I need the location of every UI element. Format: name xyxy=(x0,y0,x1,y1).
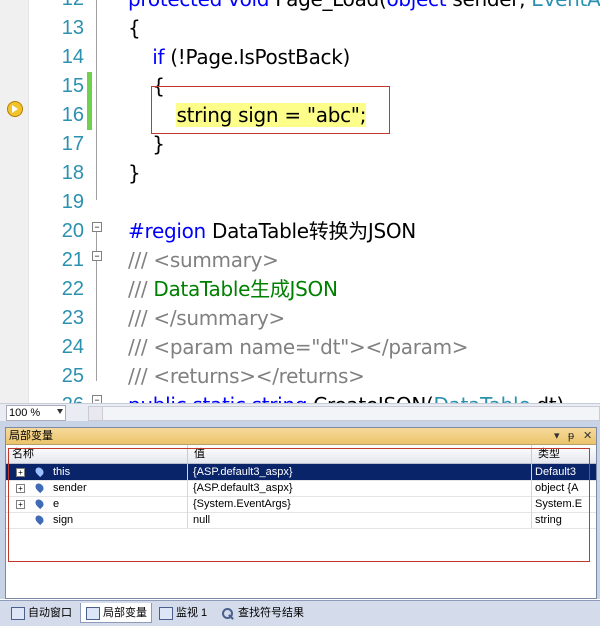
tab-label: 监视 1 xyxy=(176,607,208,619)
code-line[interactable]: { xyxy=(128,14,141,43)
window-icon xyxy=(11,607,25,620)
tab-window[interactable]: 自动窗口 xyxy=(6,603,76,623)
tab-label: 查找符号结果 xyxy=(238,607,304,619)
code-token: DataTable转换为JSON xyxy=(205,219,416,243)
close-icon[interactable]: ✕ xyxy=(583,429,592,443)
code-token: DataTable xyxy=(434,393,531,403)
collapse-region-icon[interactable]: − xyxy=(92,222,102,232)
tab-label: 自动窗口 xyxy=(28,607,72,619)
line-number: 19 xyxy=(61,191,84,213)
line-number: 14 xyxy=(61,46,84,68)
code-token: object xyxy=(386,0,446,11)
watch-icon xyxy=(159,607,173,620)
outline-line xyxy=(96,232,97,252)
highlight-annotation-box xyxy=(151,86,390,134)
chevron-down-icon xyxy=(57,409,63,414)
code-line[interactable]: } xyxy=(128,130,165,159)
line-number: 16 xyxy=(61,104,84,126)
line-number: 18 xyxy=(61,162,84,184)
code-editor[interactable]: 12 13 14 15 16 17 18 19 20 21 22 23 24 25 26 − − − pro… xyxy=(0,0,600,403)
code-token: public static string xyxy=(128,393,313,403)
tab-find-symbol[interactable]: 查找符号结果 xyxy=(216,603,308,623)
code-line[interactable]: /// <returns></returns> xyxy=(128,362,365,391)
code-token: dt) xyxy=(530,393,564,403)
outline-line xyxy=(96,0,97,200)
code-token: /// </summary> xyxy=(128,306,286,330)
code-line[interactable]: public static string CreateJSON(DataTabl… xyxy=(128,391,564,403)
code-line[interactable]: /// <summary> xyxy=(128,246,279,275)
outlining-margin: − − − xyxy=(92,0,102,403)
code-line[interactable]: #region DataTable转换为JSON xyxy=(128,217,416,246)
line-number: 21 xyxy=(61,249,84,271)
tool-window-tabstrip: 自动窗口 局部变量 监视 1 查找符号结果 xyxy=(0,600,600,626)
code-token: } xyxy=(128,132,165,156)
breakpoint-current-statement-icon[interactable] xyxy=(7,101,23,117)
code-line[interactable]: protected void Page_Load(object sender, … xyxy=(128,0,600,14)
tab-locals[interactable]: 局部变量 xyxy=(80,603,152,623)
editor-status-bar: 100 % xyxy=(0,403,600,422)
auto-hide-pin-icon[interactable]: ᵽ xyxy=(568,429,574,443)
line-number: 23 xyxy=(61,307,84,329)
code-token: EventA xyxy=(531,0,600,11)
code-token: DataTable生成JSON xyxy=(153,277,338,301)
code-token: #region xyxy=(128,219,206,243)
line-number: 25 xyxy=(61,365,84,387)
collapse-comment-icon[interactable]: − xyxy=(92,251,102,261)
code-token: /// <summary> xyxy=(128,248,279,272)
code-line[interactable]: /// </summary> xyxy=(128,304,285,333)
line-number: 26 xyxy=(28,391,84,403)
window-position-dropdown-icon[interactable]: ▾ xyxy=(554,429,560,443)
code-text-area[interactable]: protected void Page_Load(object sender, … xyxy=(128,0,600,403)
zoom-value: 100 % xyxy=(9,407,41,419)
line-number: 20 xyxy=(61,220,84,242)
locals-icon xyxy=(86,607,100,620)
line-number: 12 xyxy=(28,0,84,14)
find-symbol-icon xyxy=(221,607,233,619)
tab-label: 局部变量 xyxy=(103,607,147,619)
code-token: /// <returns></returns> xyxy=(128,364,365,388)
code-token: /// <param name="dt"></param> xyxy=(128,335,469,359)
scroll-left-button[interactable] xyxy=(89,407,103,420)
line-number: 24 xyxy=(61,336,84,358)
locals-annotation-box xyxy=(8,448,590,562)
code-token: /// xyxy=(128,277,154,301)
zoom-dropdown[interactable]: 100 % xyxy=(6,405,66,421)
line-number: 13 xyxy=(61,17,84,39)
code-line[interactable]: } xyxy=(128,159,141,188)
locals-window-titlebar: 局部变量 ▾ ᵽ ✕ xyxy=(6,428,596,445)
line-number-gutter: 12 13 14 15 16 17 18 19 20 21 22 23 24 25 26 xyxy=(28,0,86,403)
code-token: sender, xyxy=(446,0,531,11)
code-token: (!Page.IsPostBack) xyxy=(164,45,351,69)
line-number: 22 xyxy=(61,278,84,300)
code-line[interactable]: /// <param name="dt"></param> xyxy=(128,333,469,362)
code-token: Page_Load( xyxy=(275,0,387,11)
outline-line xyxy=(96,261,97,381)
collapse-method-icon[interactable]: − xyxy=(92,395,102,403)
code-token: if xyxy=(152,45,165,69)
code-line[interactable]: /// DataTable生成JSON xyxy=(128,275,338,304)
code-token: { xyxy=(128,16,141,40)
code-token: } xyxy=(128,161,141,185)
code-token: CreateJSON( xyxy=(313,393,434,403)
horizontal-scrollbar[interactable] xyxy=(88,406,600,421)
breakpoint-margin[interactable] xyxy=(0,0,29,403)
line-number: 15 xyxy=(61,75,84,97)
locals-window-title: 局部变量 xyxy=(9,430,53,442)
tab-watch[interactable]: 监视 1 xyxy=(154,603,211,623)
line-number: 17 xyxy=(61,133,84,155)
code-line[interactable]: if (!Page.IsPostBack) xyxy=(128,43,350,72)
code-token: protected void xyxy=(128,0,275,11)
